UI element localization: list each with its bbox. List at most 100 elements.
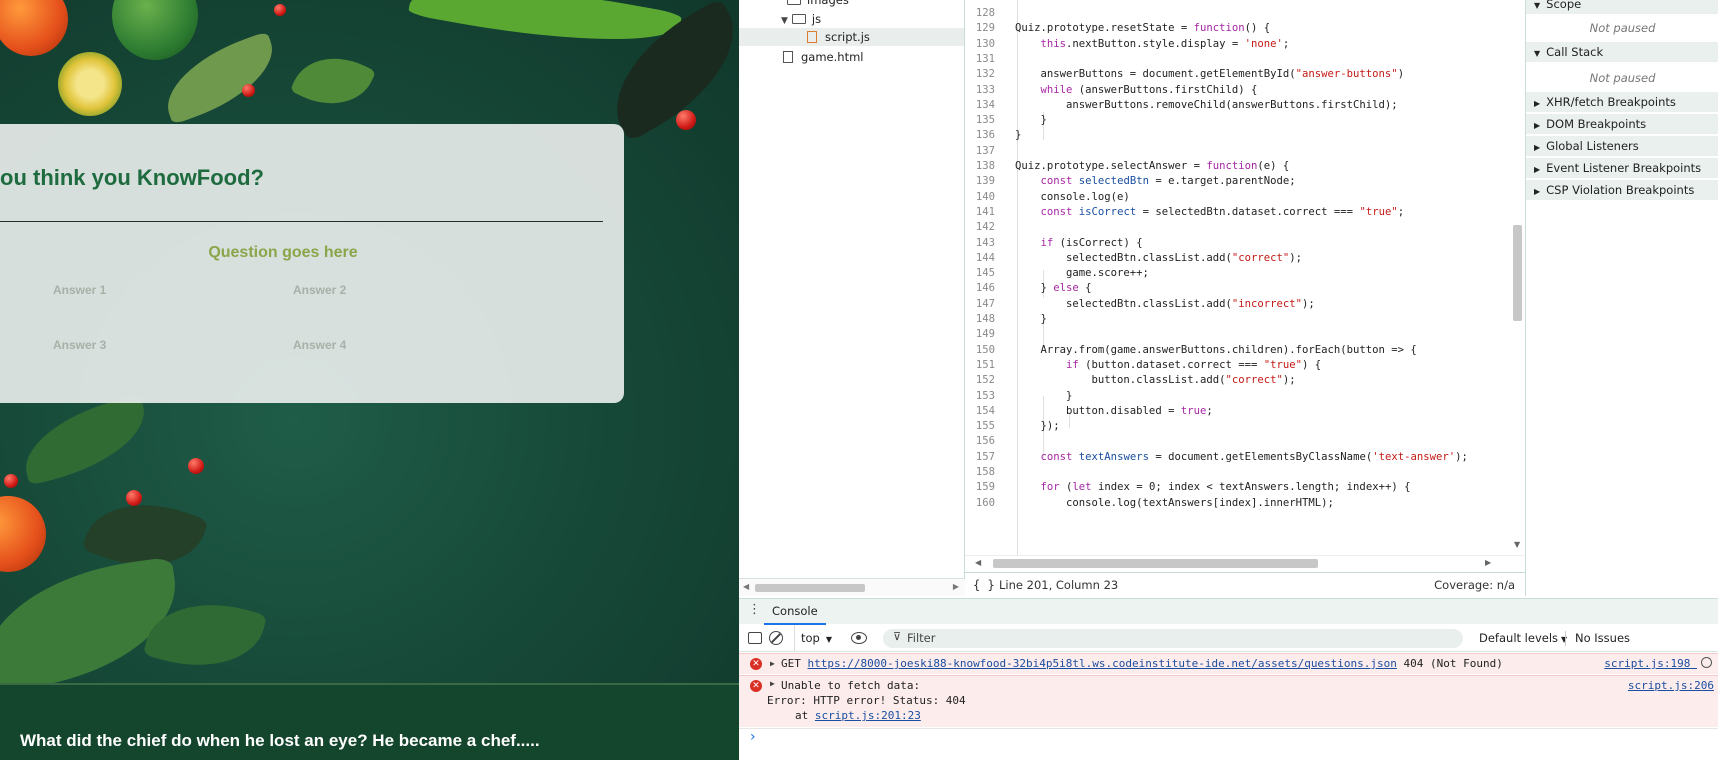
line-number[interactable]: 137 [965,143,995,160]
line-number[interactable]: 131 [965,51,995,68]
code-line: 159 for (let index = 0; index < textAnsw… [965,479,1525,496]
section-label: DOM Breakpoints [1546,117,1647,131]
live-expression-eye-icon[interactable] [851,632,867,644]
expand-arrow-icon[interactable]: ▶ [770,654,775,674]
scroll-right-icon[interactable]: ▶ [953,582,959,591]
tree-file-label: script.js [825,30,870,44]
code-text: const isCorrect = selectedBtn.dataset.co… [1040,205,1405,218]
chevron-right-icon: ▶ [1534,165,1541,174]
line-number[interactable]: 141 [965,204,995,221]
line-number[interactable]: 159 [965,479,995,496]
line-number[interactable]: 147 [965,296,995,313]
line-number[interactable]: 138 [965,158,995,175]
context-selector[interactable]: top ▼ [794,625,832,652]
clear-console-icon[interactable] [769,631,783,645]
line-number[interactable]: 133 [965,82,995,99]
code-line: 128 [965,5,1525,22]
line-number[interactable]: 130 [965,36,995,53]
filter-input[interactable]: ⊽ Filter [883,629,1463,648]
issues-counter[interactable]: No Issues [1575,625,1630,652]
console-prompt[interactable]: › [739,728,1718,750]
code-line: 144 selectedBtn.classList.add("correct")… [965,250,1525,267]
line-number[interactable]: 155 [965,418,995,435]
tree-file-script-js[interactable]: script.js [739,28,964,46]
code-text: Array.from(game.answerButtons.children).… [1015,343,1417,356]
line-number[interactable]: 128 [965,5,995,22]
event-listener-breakpoints-header[interactable]: ▶ Event Listener Breakpoints [1526,158,1718,178]
request-url-link[interactable]: https://8000-joeski88-knowfood-32bi4p5i8… [808,657,1397,670]
line-number[interactable]: 154 [965,403,995,420]
csp-violation-breakpoints-header[interactable]: ▶ CSP Violation Breakpoints [1526,180,1718,200]
debugger-sidebar: ▼ Scope Not paused ▼ Call Stack Not paused… [1525,0,1718,596]
answer-button-4[interactable]: Answer 4 [293,338,346,352]
line-number[interactable]: 139 [965,173,995,190]
stack-frame-link[interactable]: script.js:201:23 [815,709,921,722]
line-number[interactable]: 157 [965,449,995,466]
answer-button-2[interactable]: Answer 2 [293,283,346,297]
navigator-horizontal-scrollbar[interactable]: ◀ ▶ [739,578,965,596]
pretty-print-icon[interactable]: { } [973,573,995,597]
code-line: 140 console.log(e) [965,189,1525,206]
line-number[interactable]: 144 [965,250,995,267]
more-tabs-icon[interactable]: ⋮ [748,602,761,617]
code-text: console.log(textAnswers[index].innerHTML… [1015,496,1334,509]
scroll-down-icon[interactable]: ▼ [1514,540,1520,549]
network-globe-icon [1701,657,1712,668]
source-link[interactable]: script.js:198 [1604,654,1712,674]
line-number[interactable]: 151 [965,357,995,374]
scrollbar-thumb[interactable] [993,559,1318,568]
tree-folder-images[interactable]: images [787,0,849,9]
code-line: 158 [965,464,1525,481]
line-number[interactable]: 140 [965,189,995,206]
tree-file-game-html[interactable]: game.html [783,48,863,66]
line-number[interactable]: 142 [965,219,995,236]
chevron-down-icon[interactable]: ▼ [781,16,788,26]
line-number[interactable]: 149 [965,326,995,343]
source-link-text: script.js:198 [1604,657,1691,670]
code-line: 155 }); [965,418,1525,435]
scroll-right-icon[interactable]: ▶ [1485,558,1491,567]
call-stack-section-header[interactable]: ▼ Call Stack [1526,42,1718,62]
scrollbar-thumb[interactable] [1513,225,1522,321]
scroll-left-icon[interactable]: ◀ [743,582,749,591]
editor-horizontal-scrollbar[interactable]: ◀ ▶ [965,555,1525,570]
editor-vertical-scrollbar[interactable]: ▼ [1511,0,1525,555]
scrollbar-thumb[interactable] [755,584,865,592]
tab-console[interactable]: Console [764,599,826,625]
code-text: selectedBtn.classList.add("incorrect"); [1015,297,1315,310]
log-levels-dropdown[interactable]: Default levels▼ [1479,625,1567,652]
dom-breakpoints-header[interactable]: ▶ DOM Breakpoints [1526,114,1718,134]
source-link[interactable]: script.js:206 [1628,679,1714,692]
line-number[interactable]: 160 [965,495,995,512]
tree-folder-js[interactable]: ▼ js [781,10,821,28]
line-number[interactable]: 145 [965,265,995,282]
scope-section-header[interactable]: ▼ Scope [1526,0,1718,14]
answer-button-3[interactable]: Answer 3 [53,338,106,352]
line-number[interactable]: 134 [965,97,995,114]
js-file-icon [807,31,817,43]
line-number[interactable]: 158 [965,464,995,481]
sidebar-toggle-icon[interactable] [748,632,762,644]
line-number[interactable]: 136 [965,127,995,144]
xhr-breakpoints-header[interactable]: ▶ XHR/fetch Breakpoints [1526,92,1718,112]
line-number[interactable]: 152 [965,372,995,389]
global-listeners-header[interactable]: ▶ Global Listeners [1526,136,1718,156]
expand-arrow-icon[interactable]: ▶ [770,679,775,688]
coverage-status[interactable]: Coverage: n/a [1434,573,1515,597]
line-number[interactable]: 129 [965,20,995,37]
line-number[interactable]: 135 [965,112,995,129]
code-line: 157 const textAnswers = document.getElem… [965,449,1525,466]
line-number[interactable]: 143 [965,235,995,252]
folder-icon [791,14,806,24]
code-editor[interactable]: 128 129 Quiz.prototype.resetState = functi… [965,0,1525,570]
line-number[interactable]: 132 [965,66,995,83]
line-number[interactable]: 156 [965,433,995,450]
scroll-left-icon[interactable]: ◀ [975,558,981,567]
answer-button-1[interactable]: Answer 1 [53,283,106,297]
line-number[interactable]: 148 [965,311,995,328]
line-number[interactable]: 153 [965,388,995,405]
code-text: selectedBtn.classList.add("correct"); [1015,251,1303,264]
section-label: Global Listeners [1546,139,1639,153]
line-number[interactable]: 150 [965,342,995,359]
line-number[interactable]: 146 [965,280,995,297]
